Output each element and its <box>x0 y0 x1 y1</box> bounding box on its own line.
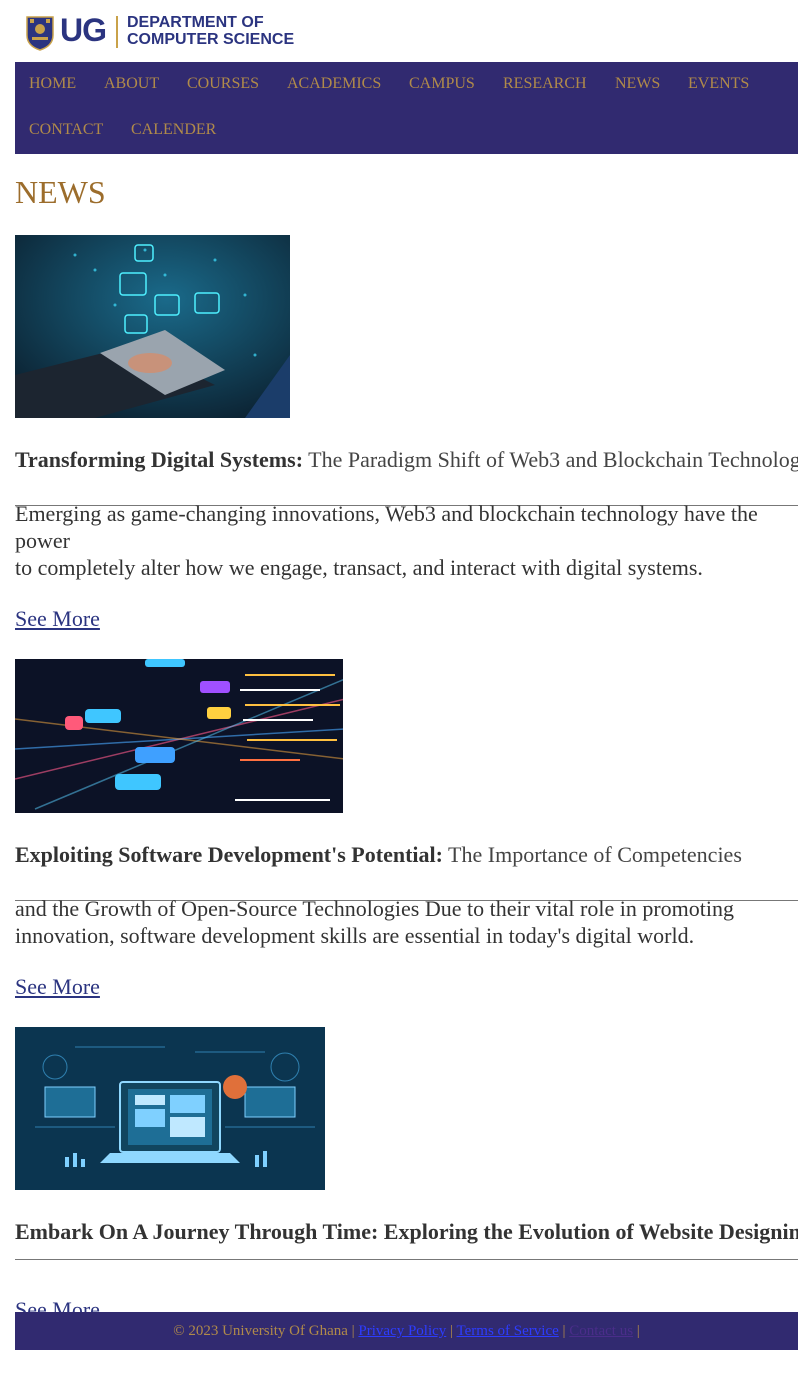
nav-item-news[interactable]: NEWS <box>615 75 660 93</box>
logo-line-2: COMPUTER SCIENCE <box>127 31 295 48</box>
excerpt-line-1: Emerging as game-changing innovations, W… <box>15 501 758 553</box>
see-more-link[interactable]: See More <box>15 974 100 1000</box>
page-title: NEWS <box>15 174 106 210</box>
university-crest-icon <box>26 16 54 51</box>
privacy-policy-link[interactable]: Privacy Policy <box>358 1323 446 1339</box>
site-footer: © 2023 University Of Ghana | Privacy Pol… <box>15 1312 798 1350</box>
nav-item-calender[interactable]: CALENDER <box>131 121 216 139</box>
logo-initials[interactable]: UG <box>60 12 107 48</box>
article-title[interactable]: Transforming Digital Systems: The Paradi… <box>15 446 798 473</box>
web-design-laptop-image[interactable] <box>15 1027 325 1190</box>
cybersecurity-laptop-image[interactable] <box>15 235 290 418</box>
article-title-rest: The Importance of Competencies <box>442 842 742 867</box>
article-title[interactable]: Exploiting Software Development's Potent… <box>15 841 798 868</box>
footer-separator: | <box>558 1323 570 1339</box>
article-title-bold: Transforming Digital Systems: <box>15 447 304 472</box>
article-excerpt: Emerging as game-changing innovations, W… <box>15 500 798 554</box>
nav-item-research[interactable]: RESEARCH <box>503 75 587 93</box>
copyright-text: © 2023 University Of Ghana | <box>173 1323 359 1339</box>
footer-separator: | <box>633 1323 640 1339</box>
excerpt-line-2: innovation, software development skills … <box>15 923 695 948</box>
department-name[interactable]: DEPARTMENT OF COMPUTER SCIENCE <box>127 14 294 48</box>
divider <box>15 1259 798 1260</box>
article-title-rest: The Paradigm Shift of Web3 and Blockchai… <box>303 447 798 472</box>
terms-of-service-link[interactable]: Terms of Service <box>457 1323 559 1339</box>
main-navigation: HOME ABOUT COURSES ACADEMICS CAMPUS RESE… <box>15 62 798 154</box>
article-excerpt: innovation, software development skills … <box>15 922 798 949</box>
excerpt-line-2: to completely alter how we engage, trans… <box>15 555 703 580</box>
site-header: UG DEPARTMENT OF COMPUTER SCIENCE <box>0 0 798 62</box>
article-excerpt: and the Growth of Open-Source Technologi… <box>15 895 798 922</box>
logo-divider <box>116 16 118 48</box>
nav-item-home[interactable]: HOME <box>29 75 76 93</box>
footer-separator: | <box>446 1323 457 1339</box>
nav-item-about[interactable]: ABOUT <box>104 75 159 93</box>
article-title[interactable]: Embark On A Journey Through Time: Explor… <box>15 1218 798 1245</box>
excerpt-line-1: and the Growth of Open-Source Technologi… <box>15 896 734 921</box>
contact-us-link[interactable]: Contact us <box>569 1323 633 1339</box>
nav-item-contact[interactable]: CONTACT <box>29 121 103 139</box>
article-title-bold: Exploiting Software Development's Potent… <box>15 842 443 867</box>
nav-item-courses[interactable]: COURSES <box>187 75 259 93</box>
logo-line-1: DEPARTMENT OF <box>127 14 264 31</box>
code-blocks-image[interactable] <box>15 659 343 813</box>
article-excerpt: to completely alter how we engage, trans… <box>15 554 798 581</box>
nav-item-events[interactable]: EVENTS <box>688 75 749 93</box>
nav-item-academics[interactable]: ACADEMICS <box>287 75 381 93</box>
article-title-bold: Embark On A Journey Through Time: Explor… <box>15 1219 798 1244</box>
nav-item-campus[interactable]: CAMPUS <box>409 75 475 93</box>
see-more-link[interactable]: See More <box>15 606 100 632</box>
